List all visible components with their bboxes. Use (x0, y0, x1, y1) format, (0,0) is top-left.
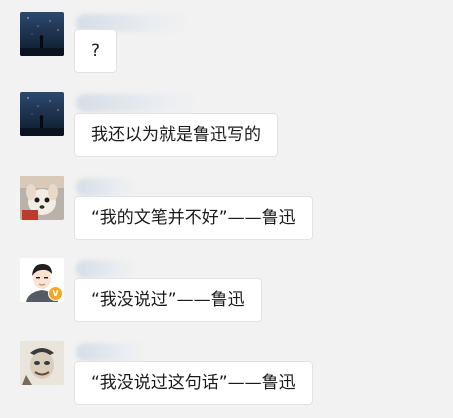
message-bubble[interactable]: ? (74, 29, 118, 73)
avatar[interactable]: V (20, 258, 64, 302)
avatar[interactable] (20, 176, 64, 220)
meme-face-avatar-icon (20, 341, 64, 385)
message-bubble[interactable]: “我没说过这句话”——鲁迅 (74, 361, 313, 405)
message-bubble[interactable]: 我还以为就是鲁迅写的 (74, 113, 278, 157)
verified-badge-icon: V (48, 286, 63, 301)
sender-name-redacted (76, 94, 196, 112)
message-bubble[interactable]: “我没说过”——鲁迅 (74, 278, 262, 322)
avatar[interactable] (20, 12, 64, 56)
chihuahua-avatar-icon (20, 176, 64, 220)
sender-name-redacted (76, 178, 136, 196)
night-sky-avatar-icon (20, 12, 64, 56)
sender-name-redacted (76, 343, 146, 361)
sender-name-redacted (76, 260, 136, 278)
avatar[interactable] (20, 92, 64, 136)
avatar[interactable] (20, 341, 64, 385)
message-bubble[interactable]: “我的文笔并不好”——鲁迅 (74, 196, 313, 240)
night-sky-avatar-icon (20, 92, 64, 136)
